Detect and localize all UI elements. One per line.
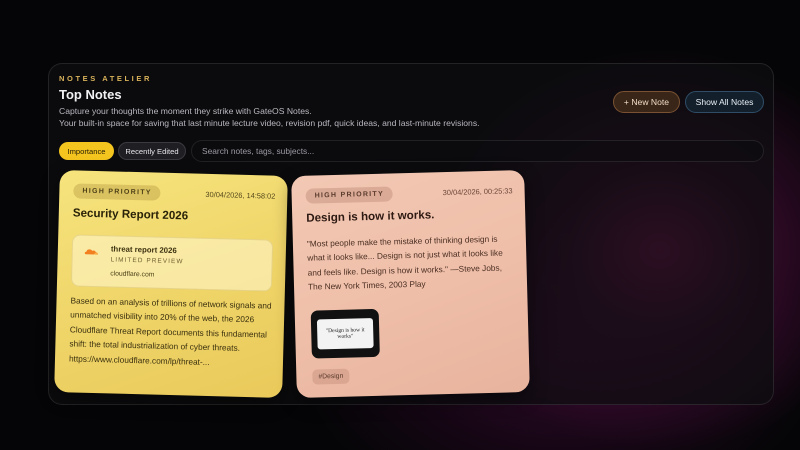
- filter-chip-recently-edited[interactable]: Recently Edited: [118, 142, 186, 160]
- note-timestamp: 30/04/2026, 00:25:33: [442, 186, 513, 198]
- note-tag[interactable]: #Design: [312, 368, 350, 385]
- cloudflare-logo-icon: [84, 249, 98, 255]
- priority-badge: HIGH PRIORITY: [73, 183, 161, 201]
- filter-chip-importance[interactable]: Importance: [59, 142, 114, 160]
- note-card-security-report[interactable]: HIGH PRIORITY 30/04/2026, 14:58:02 Secur…: [54, 170, 288, 398]
- priority-badge: HIGH PRIORITY: [305, 186, 394, 204]
- note-timestamp: 30/04/2026, 14:58:02: [205, 189, 276, 201]
- note-image-thumbnail[interactable]: "Design is how it works": [310, 308, 380, 359]
- thumbnail-slide: "Design is how it works": [316, 317, 374, 350]
- note-title: Security Report 2026: [72, 206, 189, 223]
- note-body: "Most people make the mistake of thinkin…: [306, 233, 503, 292]
- description-line-2: Your built-in space for saving that last…: [59, 118, 480, 128]
- thumbnail-quote: "Design is how it works": [325, 327, 365, 340]
- preview-domain: cloudflare.com: [110, 270, 155, 279]
- note-title: Design is how it works.: [306, 208, 435, 225]
- search-input[interactable]: Search notes, tags, subjects...: [191, 140, 764, 162]
- show-all-notes-button[interactable]: Show All Notes: [685, 91, 764, 113]
- preview-kind: LIMITED PREVIEW: [110, 256, 184, 266]
- preview-title: threat report 2026: [110, 244, 177, 256]
- section-kicker: NOTES ATELIER: [59, 74, 152, 83]
- page-title: Top Notes: [59, 87, 122, 102]
- note-card-design[interactable]: HIGH PRIORITY 30/04/2026, 00:25:33 Desig…: [291, 169, 530, 399]
- new-note-button[interactable]: + New Note: [613, 91, 680, 113]
- note-body: Based on an analysis of trillions of net…: [68, 295, 272, 367]
- description-line-1: Capture your thoughts the moment they st…: [59, 106, 312, 116]
- link-preview-card[interactable]: threat report 2026 LIMITED PREVIEW cloud…: [70, 234, 274, 292]
